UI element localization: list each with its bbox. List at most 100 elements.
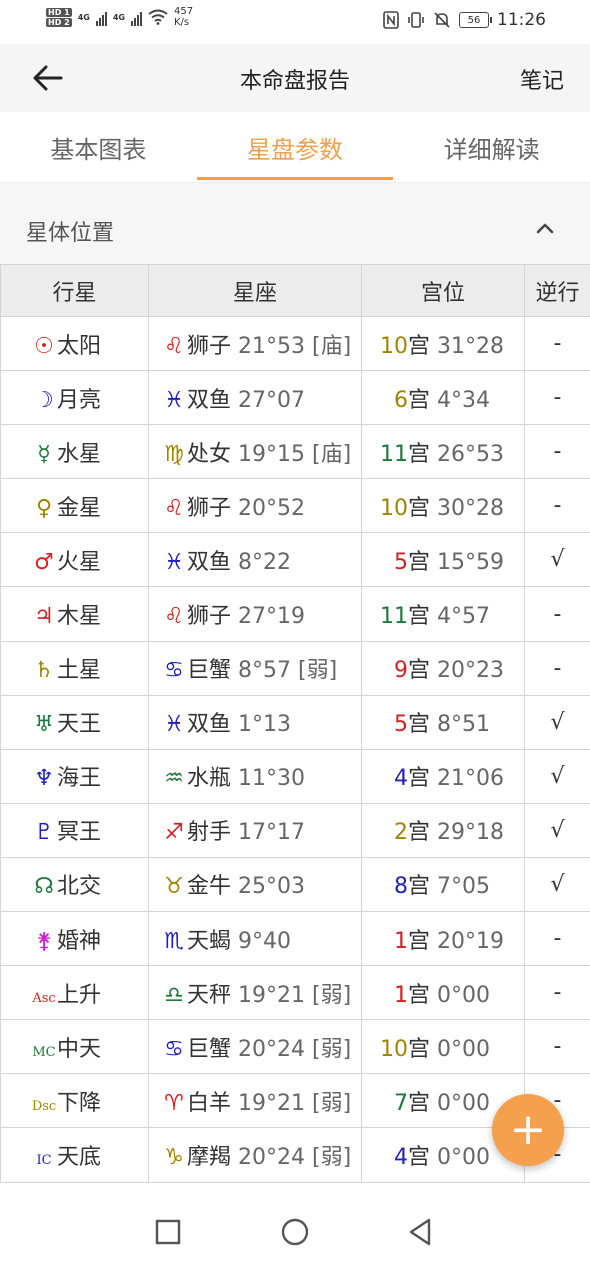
sign-name: 水瓶 <box>187 766 232 792</box>
retrograde-cell: - <box>524 1019 590 1075</box>
sign-name: 双鱼 <box>187 387 232 413</box>
zodiac-sign-icon: ♒ <box>164 766 184 792</box>
house-number: 7 <box>394 1090 408 1116</box>
planet-name: 天底 <box>57 1144 102 1170</box>
table-row: ☽ 月亮 ♓ 双鱼 27°07 6宫 4°34- <box>0 370 590 426</box>
sign-degree: 27°19 <box>238 604 306 630</box>
zodiac-sign-icon: ♓ <box>164 712 184 738</box>
retrograde-cell: - <box>524 315 590 372</box>
chevron-up-icon[interactable] <box>530 213 560 243</box>
add-button[interactable]: + <box>492 1094 564 1166</box>
hd-badges: HD 1 HD 2 <box>46 7 72 27</box>
house-number: 1 <box>394 982 408 1008</box>
sign-name: 摩羯 <box>187 1144 232 1170</box>
house-degree: 26°53 <box>437 441 505 467</box>
notes-button[interactable]: 笔记 <box>520 63 564 95</box>
planet-name: 水星 <box>57 441 102 467</box>
planet-cell: ⚵ 婚神 <box>0 911 149 967</box>
zodiac-sign-icon: ♈ <box>164 1090 184 1116</box>
house-label: 宫 <box>408 1036 431 1062</box>
house-cell: 11宫 4°57 <box>361 586 525 642</box>
planet-glyph-icon: ☊ <box>34 874 54 900</box>
house-label: 宫 <box>408 1090 431 1116</box>
sign-cell: ♎ 天秤 19°21 [弱] <box>148 965 362 1021</box>
zodiac-sign-icon: ♌ <box>164 495 184 521</box>
planet-cell: ♃ 木星 <box>0 586 149 642</box>
planet-name: 太阳 <box>57 333 102 359</box>
table-row: ⚵ 婚神 ♏ 天蝎 9°40 1宫 20°19- <box>0 911 590 967</box>
tab-chart-parameters[interactable]: 星盘参数 <box>196 112 394 182</box>
table-header-row: 行星 星座 宫位 逆行 <box>0 264 590 317</box>
sign-degree: 1°13 <box>238 712 292 738</box>
house-number: 4 <box>394 766 408 792</box>
zodiac-sign-icon: ♑ <box>164 1144 184 1170</box>
retrograde-cell: - <box>524 911 590 967</box>
planet-glyph-icon: ♅ <box>34 712 54 738</box>
sign-degree: 17°17 <box>238 820 306 846</box>
retrograde-cell: - <box>524 370 590 426</box>
house-number: 10 <box>380 1036 408 1062</box>
vibrate-icon <box>408 12 424 28</box>
house-degree: 8°51 <box>437 712 491 738</box>
table-row: Asc上升 ♎ 天秤 19°21 [弱] 1宫 0°00- <box>0 965 590 1021</box>
sign-name: 双鱼 <box>187 712 232 738</box>
house-number: 1 <box>394 928 408 954</box>
zodiac-sign-icon: ♓ <box>164 387 184 413</box>
house-cell: 5宫 8°51 <box>361 694 525 750</box>
house-label: 宫 <box>408 1144 431 1170</box>
col-header-retrograde: 逆行 <box>524 264 590 317</box>
tab-basic-chart[interactable]: 基本图表 <box>0 112 197 182</box>
status-left: HD 1 HD 2 4G 4G 457 K/s <box>46 6 193 28</box>
hd1-badge: HD 1 <box>46 7 72 17</box>
signal2-icon <box>130 8 142 26</box>
triangle-back-icon[interactable] <box>402 1214 438 1250</box>
sign-name: 射手 <box>187 820 232 846</box>
table-row: ☊ 北交 ♉ 金牛 25°03 8宫 7°05 √ <box>0 856 590 913</box>
retrograde-cell: √ <box>524 532 590 588</box>
sign-cell: ♍ 处女 19°15 [庙] <box>148 424 362 480</box>
section-header[interactable]: 星体位置 <box>0 182 590 264</box>
house-number: 9 <box>394 658 408 684</box>
planet-name: 金星 <box>57 495 102 521</box>
house-cell: 10宫 0°00 <box>361 1019 525 1075</box>
retrograde-cell: √ <box>524 694 590 750</box>
tab-detailed-reading[interactable]: 详细解读 <box>393 112 590 182</box>
house-cell: 4宫 21°06 <box>361 748 525 804</box>
planet-glyph-icon: Dsc <box>31 1098 57 1114</box>
sign-name: 狮子 <box>187 604 232 630</box>
table-row: ♃ 木星 ♌ 狮子 27°19 11宫 4°57- <box>0 586 590 642</box>
house-label: 宫 <box>408 658 431 684</box>
sign-name: 巨蟹 <box>187 1036 232 1062</box>
sign-name: 巨蟹 <box>187 658 232 684</box>
house-degree: 15°59 <box>437 549 505 575</box>
house-number: 11 <box>380 604 408 630</box>
sign-cell: ♋ 巨蟹 20°24 [弱] <box>148 1019 362 1075</box>
house-cell: 11宫 26°53 <box>361 424 525 480</box>
planet-name: 下降 <box>57 1090 102 1116</box>
house-cell: 1宫 20°19 <box>361 911 525 967</box>
house-cell: 9宫 20°23 <box>361 640 525 696</box>
house-number: 10 <box>380 495 408 521</box>
square-recents-icon[interactable] <box>150 1214 186 1250</box>
planet-positions-table: 行星 星座 宫位 逆行 ☉ 太阳 ♌ 狮子 21°53 [庙] 10宫 31°28- ☽ 月… <box>0 264 590 1183</box>
sign-name: 金牛 <box>187 874 232 900</box>
network-speed: 457 K/s <box>174 6 193 28</box>
planet-cell: IC 天底 <box>0 1127 149 1183</box>
planet-cell: ♂ 火星 <box>0 532 149 588</box>
retrograde-cell: √ <box>524 748 590 804</box>
planet-name: 木星 <box>57 604 102 630</box>
sign-degree: 21°53 [庙] <box>238 333 352 359</box>
house-label: 宫 <box>408 712 431 738</box>
circle-home-icon[interactable] <box>277 1214 313 1250</box>
house-label: 宫 <box>408 820 431 846</box>
sign-cell: ♌ 狮子 27°19 <box>148 586 362 642</box>
table-row: ♀ 金星 ♌ 狮子 20°52 10宫 30°28- <box>0 478 590 534</box>
retrograde-cell: - <box>524 424 590 480</box>
house-number: 6 <box>394 387 408 413</box>
sign-degree: 27°07 <box>238 387 306 413</box>
planet-glyph-icon: ♃ <box>34 604 54 630</box>
planet-name: 海王 <box>57 766 102 792</box>
table-row: MC中天 ♋ 巨蟹 20°24 [弱] 10宫 0°00- <box>0 1019 590 1075</box>
house-degree: 0°00 <box>437 982 491 1008</box>
house-degree: 4°34 <box>437 387 491 413</box>
